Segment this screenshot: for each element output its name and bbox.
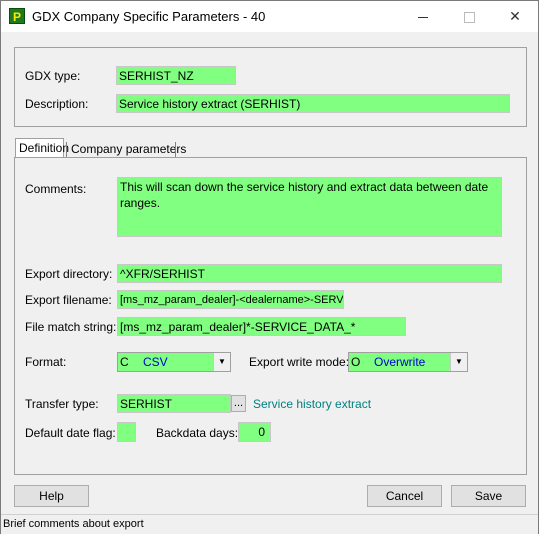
- export-write-mode-label: Export write mode:: [249, 355, 350, 369]
- file-match-field[interactable]: [ms_mz_param_dealer]*-SERVICE_DATA_*: [117, 317, 406, 336]
- chevron-down-icon[interactable]: ▼: [213, 353, 230, 371]
- tab-company-parameters[interactable]: Company parameters: [68, 140, 189, 158]
- write-mode-select[interactable]: O Overwrite ▼: [348, 352, 468, 372]
- format-code: C: [120, 355, 129, 369]
- close-button[interactable]: ✕: [492, 1, 538, 32]
- default-date-flag-field[interactable]: [117, 422, 136, 442]
- status-bar: Brief comments about export: [1, 514, 538, 534]
- maximize-icon: [463, 11, 475, 23]
- description-label: Description:: [25, 97, 89, 111]
- export-filename-label: Export filename:: [25, 293, 112, 307]
- format-select[interactable]: C CSV ▼: [117, 352, 231, 372]
- format-value: CSV: [143, 355, 168, 369]
- default-date-flag-label: Default date flag:: [25, 426, 116, 440]
- tab-separator: [175, 142, 176, 157]
- dialog-window: P GDX Company Specific Parameters - 40 ✕…: [0, 0, 539, 534]
- chevron-down-icon[interactable]: ▼: [450, 353, 467, 371]
- export-directory-field[interactable]: ^XFR/SERHIST: [117, 264, 502, 283]
- backdata-days-field[interactable]: 0: [238, 422, 271, 442]
- format-label: Format:: [25, 355, 67, 369]
- minimize-icon: [418, 16, 428, 18]
- description-field[interactable]: Service history extract (SERHIST): [116, 94, 510, 113]
- window-title: GDX Company Specific Parameters - 40: [32, 9, 266, 24]
- maximize-button[interactable]: [446, 1, 492, 32]
- export-filename-field[interactable]: [ms_mz_param_dealer]-<dealername>-SERVIC…: [117, 290, 344, 309]
- comments-field[interactable]: This will scan down the service history …: [117, 177, 502, 237]
- cancel-button[interactable]: Cancel: [367, 485, 442, 507]
- comments-label: Comments:: [25, 182, 87, 196]
- close-icon: ✕: [509, 8, 521, 24]
- backdata-days-label: Backdata days:: [156, 426, 239, 440]
- save-button[interactable]: Save: [451, 485, 526, 507]
- status-text: Brief comments about export: [3, 518, 144, 530]
- transfer-type-label: Transfer type:: [25, 397, 99, 411]
- write-mode-value: Overwrite: [374, 355, 426, 369]
- help-button[interactable]: Help: [14, 485, 89, 507]
- gdx-type-label: GDX type:: [25, 69, 81, 83]
- gdx-type-field[interactable]: SERHIST_NZ: [116, 66, 236, 85]
- tab-separator: [66, 142, 67, 157]
- app-icon: P: [9, 8, 25, 24]
- header-group: [14, 47, 527, 127]
- tab-definition[interactable]: Definition: [15, 138, 69, 158]
- transfer-type-lookup-button[interactable]: ...: [231, 395, 246, 412]
- file-match-label: File match string:: [25, 320, 117, 334]
- transfer-type-field[interactable]: SERHIST: [117, 394, 231, 413]
- title-bar: P GDX Company Specific Parameters - 40 ✕: [1, 1, 538, 32]
- transfer-type-description: Service history extract: [253, 397, 372, 411]
- write-mode-code: O: [351, 355, 361, 369]
- export-directory-label: Export directory:: [25, 267, 113, 281]
- minimize-button[interactable]: [400, 1, 446, 32]
